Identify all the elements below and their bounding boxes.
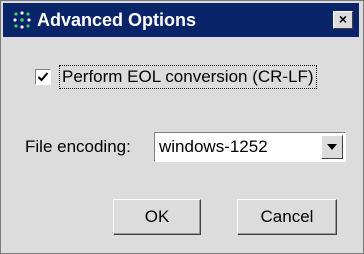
checkmark-icon <box>37 72 49 82</box>
title-bar[interactable]: Advanced Options × <box>3 3 359 37</box>
eol-conversion-checkbox[interactable] <box>35 69 51 85</box>
dialog-title: Advanced Options <box>37 10 197 30</box>
file-encoding-select[interactable]: windows-1252 <box>154 132 346 162</box>
ok-button[interactable]: OK <box>113 199 201 235</box>
app-dots-icon <box>13 11 31 29</box>
chevron-down-icon <box>327 144 337 150</box>
close-icon: × <box>338 11 348 27</box>
advanced-options-dialog: Advanced Options × Perform EOL conversio… <box>0 0 364 254</box>
file-encoding-value: windows-1252 <box>159 137 268 156</box>
file-encoding-label: File encoding: <box>25 137 131 156</box>
cancel-button[interactable]: Cancel <box>237 199 337 235</box>
close-button[interactable]: × <box>333 11 353 29</box>
eol-conversion-label[interactable]: Perform EOL conversion (CR-LF) <box>59 65 317 89</box>
dropdown-arrow-button[interactable] <box>321 135 343 159</box>
